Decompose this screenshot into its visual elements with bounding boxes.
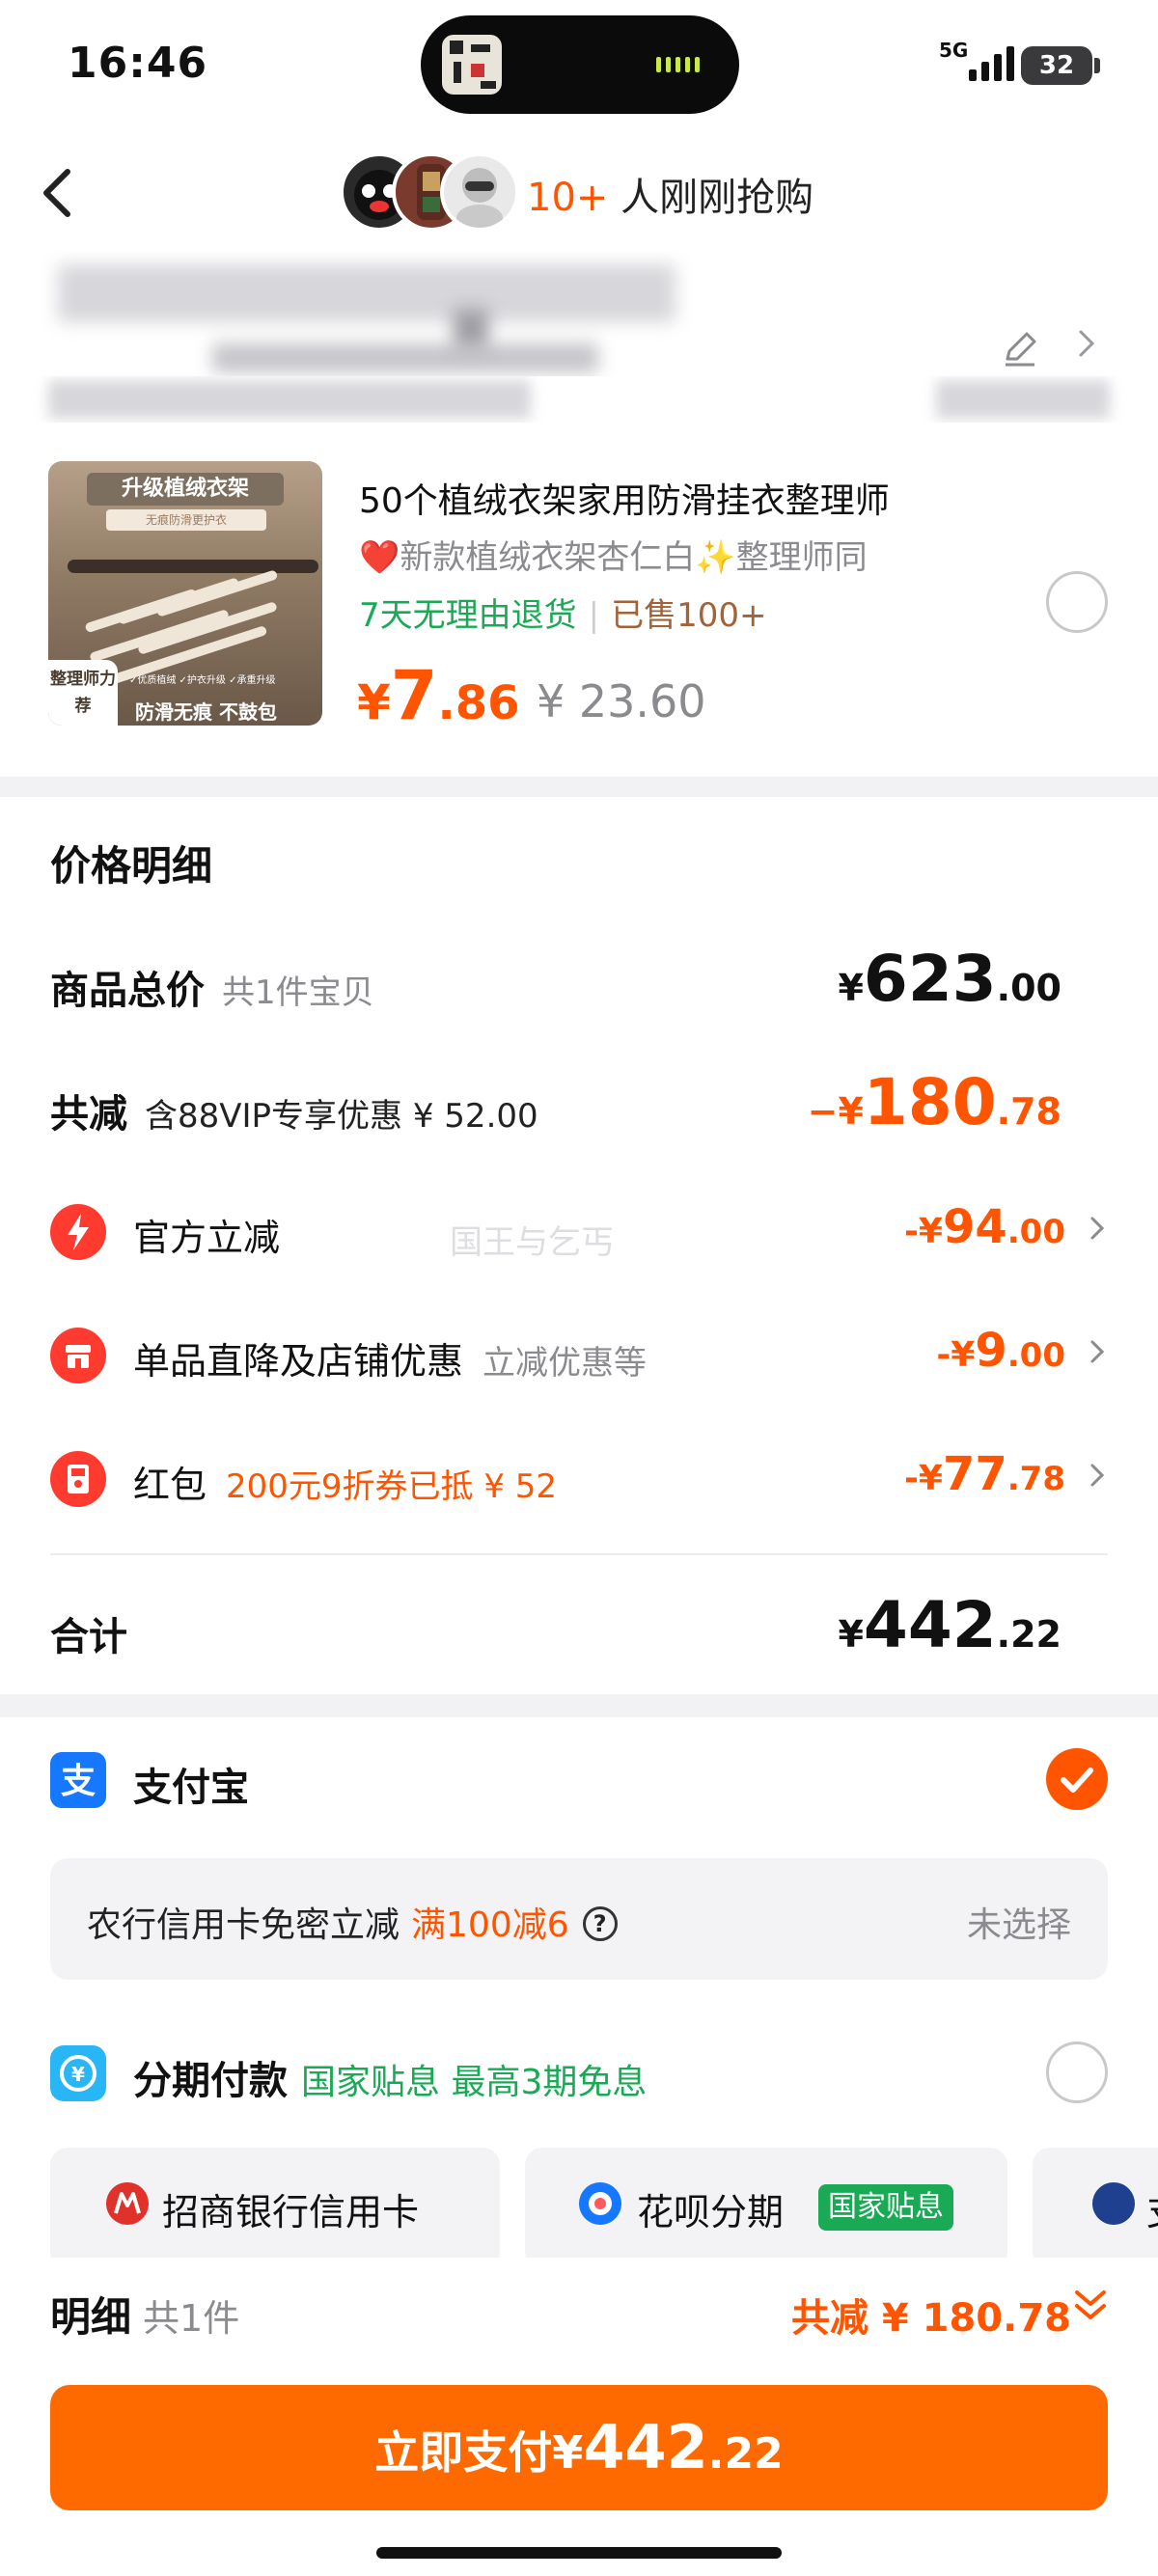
bank-option-cmb[interactable]: 招商银行信用卡 bbox=[50, 2148, 500, 2258]
original-price: ¥ 23.60 bbox=[537, 675, 706, 727]
credit-card-offer[interactable]: 农行信用卡免密立减 满100减6? 未选择 bbox=[50, 1858, 1108, 1980]
thumb-features: ✓优质植绒 ✓护衣升级 ✓承重升级 bbox=[129, 675, 276, 686]
product-image[interactable]: 升级植绒衣架 无痕防滑更护衣 整理师力荐 ✓优质植绒 ✓护衣升级 ✓承重升级 防… bbox=[48, 461, 322, 726]
sum-value: ¥442.22 bbox=[838, 1588, 1062, 1662]
battery-icon: 32 bbox=[1021, 46, 1092, 85]
alipay-label[interactable]: 支付宝 bbox=[133, 1756, 249, 1812]
chevron-right-icon[interactable] bbox=[1077, 326, 1096, 370]
payment-methods: 支 支付宝 农行信用卡免密立减 满100减6? 未选择 ¥ 分期付款 国家贴息 最高… bbox=[0, 1717, 1158, 2258]
card-offer-label: 农行信用卡免密立减 满100减6? bbox=[87, 1897, 618, 1947]
card-promo: 满100减6 bbox=[411, 1905, 569, 1945]
hanger-rod bbox=[68, 560, 318, 573]
product-select-radio[interactable] bbox=[1046, 571, 1108, 633]
vip-discount-note: 含88VIP专享优惠 ¥ 52.00 bbox=[145, 1097, 538, 1136]
chevron-right-icon[interactable] bbox=[1089, 1210, 1106, 1252]
dynamic-island[interactable] bbox=[421, 15, 739, 114]
cmb-label: 招商银行信用卡 bbox=[162, 2191, 420, 2233]
installment-label[interactable]: 分期付款 国家贴息 最高3期免息 bbox=[133, 2049, 647, 2105]
red-packet-value[interactable]: -¥77.78 bbox=[904, 1447, 1065, 1501]
store-discount-value[interactable]: -¥9.00 bbox=[936, 1324, 1065, 1378]
subsidy-badge: 国家贴息 bbox=[818, 2184, 953, 2231]
sum-label: 合计 bbox=[50, 1615, 127, 1659]
summary-reduce[interactable]: 共减 ¥ 180.78 bbox=[791, 2287, 1071, 2343]
store-discount-note: 立减优惠等 bbox=[482, 1344, 648, 1383]
cmb-icon bbox=[106, 2182, 149, 2225]
avatar bbox=[440, 152, 519, 232]
double-chevron-down-icon[interactable] bbox=[1071, 2285, 1110, 2327]
buyers-banner: 10+ 人刚刚抢购 bbox=[527, 166, 813, 222]
bank-icon bbox=[1092, 2182, 1135, 2225]
total-reduce-value: −¥180.78 bbox=[807, 1065, 1062, 1139]
store-row-clipped bbox=[0, 376, 1158, 423]
thumb-badge: 整理师力荐 bbox=[48, 660, 118, 726]
battery-tip bbox=[1094, 58, 1100, 73]
thumb-banner: 升级植绒衣架 bbox=[87, 473, 284, 506]
bank-option-huabei[interactable]: 花呗分期 国家贴息 bbox=[525, 2148, 1007, 2258]
huabei-label: 花呗分期 bbox=[637, 2191, 785, 2233]
store-discount-label[interactable]: 单品直降及店铺优惠 立减优惠等 bbox=[133, 1331, 647, 1384]
live-activity-app-icon bbox=[442, 35, 502, 95]
total-reduce-label: 共减 含88VIP专享优惠 ¥ 52.00 bbox=[50, 1092, 538, 1137]
installment-radio[interactable] bbox=[1046, 2042, 1108, 2103]
nav-header: 10+ 人刚刚抢购 bbox=[0, 135, 1158, 251]
thumb-slogan: 防滑无痕 不鼓包 bbox=[135, 700, 277, 724]
official-reduce-label[interactable]: 官方立减 bbox=[133, 1208, 280, 1261]
svg-text:支: 支 bbox=[61, 1762, 96, 1801]
sold-count: 已售100+ bbox=[611, 596, 767, 635]
bank-option-more[interactable]: 支 bbox=[1033, 2148, 1158, 2258]
back-icon[interactable] bbox=[39, 164, 87, 222]
huabei-icon bbox=[579, 2182, 621, 2225]
product-card: 升级植绒衣架 无痕防滑更护衣 整理师力荐 ✓优质植绒 ✓护衣升级 ✓承重升级 防… bbox=[0, 376, 1158, 777]
summary-count: 共1件 bbox=[143, 2297, 240, 2340]
svg-text:¥: ¥ bbox=[71, 2063, 85, 2086]
checkout-bar: 明细 共1件 共减 ¥ 180.78 立即支付¥442.22 bbox=[0, 2258, 1158, 2576]
clock: 16:46 bbox=[68, 39, 208, 88]
bank-label: 支 bbox=[1146, 2182, 1158, 2235]
recent-buyer-avatars bbox=[340, 152, 523, 233]
watermark-text: 国王与乞丐 bbox=[450, 1223, 614, 1262]
lightning-icon bbox=[50, 1204, 106, 1260]
total-price-value: ¥623.00 bbox=[838, 942, 1062, 1016]
signal-icon bbox=[969, 42, 1014, 81]
store-icon bbox=[50, 1328, 106, 1384]
product-sku[interactable]: ❤️新款植绒衣架杏仁白✨整理师同 bbox=[359, 531, 868, 578]
total-price-label: 商品总价 共1件宝贝 bbox=[50, 969, 374, 1013]
network-type: 5G bbox=[939, 39, 969, 62]
red-packet-icon bbox=[50, 1451, 106, 1507]
card-offer-status[interactable]: 未选择 bbox=[967, 1897, 1071, 1947]
return-policy: 7天无理由退货 bbox=[359, 596, 577, 635]
red-packet-note: 200元9折券已抵 ¥ 52 bbox=[226, 1467, 558, 1506]
summary-label[interactable]: 明细 共1件 bbox=[50, 2285, 239, 2343]
shipping-address[interactable] bbox=[0, 251, 1158, 376]
total-count-note: 共1件宝贝 bbox=[222, 973, 374, 1012]
home-indicator[interactable] bbox=[376, 2547, 782, 2559]
official-reduce-value[interactable]: -¥94.00 bbox=[904, 1200, 1065, 1254]
thumb-subtitle: 无痕防滑更护衣 bbox=[106, 509, 266, 531]
price-detail-title: 价格明细 bbox=[50, 842, 213, 890]
check-icon[interactable] bbox=[1046, 1748, 1108, 1810]
price-detail-panel: 价格明细 商品总价 共1件宝贝 ¥623.00 共减 含88VIP专享优惠 ¥ 52… bbox=[0, 797, 1158, 1694]
installment-icon: ¥ bbox=[50, 2045, 106, 2101]
product-tags: 7天无理由退货 | 已售100+ bbox=[359, 596, 767, 635]
buyers-text: 人刚刚抢购 bbox=[608, 176, 814, 220]
status-bar: 16:46 5G 32 bbox=[0, 0, 1158, 135]
buyers-count: 10+ bbox=[527, 176, 609, 220]
divider bbox=[50, 1553, 1108, 1555]
alipay-icon: 支 bbox=[50, 1752, 106, 1808]
product-title[interactable]: 50个植绒衣架家用防滑挂衣整理师 bbox=[359, 473, 890, 523]
edit-icon[interactable] bbox=[1000, 328, 1040, 369]
chevron-right-icon[interactable] bbox=[1089, 1457, 1106, 1499]
product-price: ¥7.86 bbox=[357, 656, 520, 735]
audio-wave-icon bbox=[656, 57, 700, 72]
chevron-right-icon[interactable] bbox=[1089, 1333, 1106, 1376]
installment-note: 国家贴息 最高3期免息 bbox=[301, 2063, 648, 2102]
red-packet-label[interactable]: 红包 200元9折券已抵 ¥ 52 bbox=[133, 1455, 557, 1508]
help-icon[interactable]: ? bbox=[582, 1906, 618, 1941]
pay-now-button[interactable]: 立即支付¥442.22 bbox=[50, 2385, 1108, 2510]
